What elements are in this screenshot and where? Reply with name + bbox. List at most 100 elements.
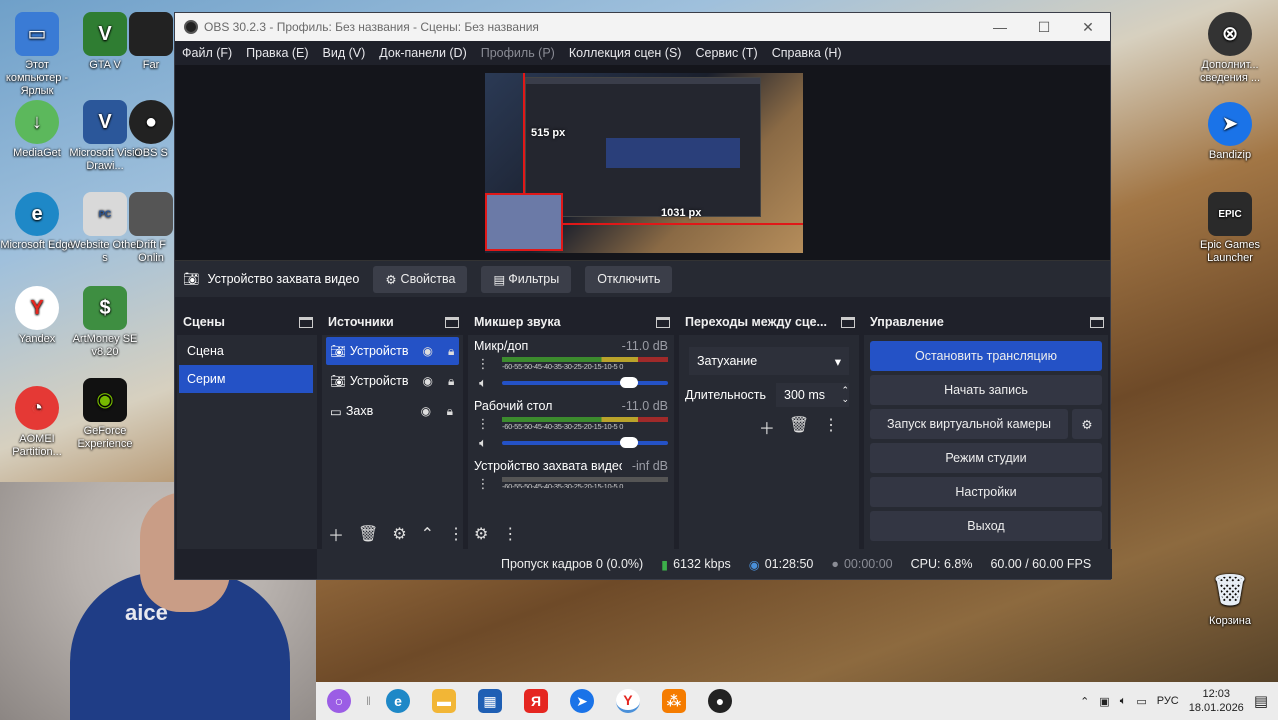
undock-icon[interactable] bbox=[299, 316, 313, 328]
scene-item[interactable]: Сцена bbox=[179, 337, 313, 365]
deactivate-button[interactable]: Отключить bbox=[585, 265, 673, 293]
menu-tools[interactable]: Сервис (T) bbox=[695, 46, 757, 60]
undock-icon[interactable] bbox=[656, 316, 670, 328]
channel-menu-icon[interactable]: ⋮ bbox=[474, 356, 492, 372]
desktop-icon-recycle-bin[interactable]: 🗑 Корзина bbox=[1190, 568, 1270, 628]
menu-edit[interactable]: Правка (E) bbox=[246, 46, 308, 60]
edge-icon[interactable]: e bbox=[385, 689, 410, 713]
cortana-icon[interactable]: ○ bbox=[327, 689, 351, 713]
properties-button[interactable]: ⚙ Свойства bbox=[373, 265, 468, 293]
start-recording-button[interactable]: Начать запись bbox=[870, 375, 1102, 405]
channel-menu-icon[interactable]: ⋮ bbox=[474, 416, 492, 432]
undock-icon[interactable] bbox=[1090, 316, 1104, 328]
transitions-dock-header: Переходы между сце... bbox=[679, 309, 859, 335]
program-preview[interactable]: 515 px 1031 px bbox=[485, 73, 803, 253]
add-source-icon[interactable]: ＋ bbox=[328, 522, 344, 546]
explorer-icon[interactable]: ▬ bbox=[431, 689, 456, 713]
store-icon[interactable]: ▦ bbox=[477, 689, 502, 713]
lock-icon[interactable]: 🔒︎ bbox=[442, 404, 458, 419]
visibility-eye-icon[interactable]: ◉ bbox=[420, 374, 436, 388]
desktop-icon-geforce[interactable]: ◉ GeForce Experience bbox=[68, 378, 142, 451]
more-options-icon[interactable]: ⋮ bbox=[502, 524, 518, 544]
menu-help[interactable]: Справка (H) bbox=[772, 46, 842, 60]
start-virtual-camera-button[interactable]: Запуск виртуальной камеры bbox=[870, 409, 1068, 439]
volume-slider-knob[interactable] bbox=[620, 437, 639, 448]
desktop-icon-aomei[interactable]: ◔ AOMEI Partition... bbox=[0, 386, 74, 459]
taskbar: ○ ‖ e ▬ ▦ Я ➤ Y ⁂ ● ⌃ ▣ 🔈︎ ▭ РУС 12:03 1… bbox=[316, 682, 1278, 720]
transition-select[interactable]: Затухание ▾ bbox=[689, 347, 849, 375]
desktop-icon-epic[interactable]: EPIC Epic Games Launcher bbox=[1190, 192, 1270, 265]
language-indicator[interactable]: РУС bbox=[1157, 695, 1179, 707]
desktop-icon-yandex[interactable]: Y Yandex bbox=[0, 286, 74, 346]
device-icon[interactable]: ▣ bbox=[1099, 695, 1109, 708]
speaker-icon[interactable]: 🔈︎ bbox=[474, 375, 492, 391]
move-up-icon[interactable]: ⌃ bbox=[421, 524, 434, 544]
chevron-up-icon[interactable]: ⌃ bbox=[1080, 695, 1089, 708]
undock-icon[interactable] bbox=[841, 316, 855, 328]
duration-input[interactable]: 300 ms ⌃ ⌄ bbox=[776, 383, 849, 407]
obs-icon[interactable]: ● bbox=[707, 689, 732, 713]
controls-title: Управление bbox=[870, 315, 944, 329]
advanced-audio-gear-icon[interactable]: ⚙ bbox=[474, 524, 488, 544]
clock[interactable]: 12:03 18.01.2026 bbox=[1189, 687, 1244, 715]
minimize-button[interactable]: — bbox=[978, 13, 1022, 41]
desktop-icon-drift[interactable]: Drift F Onlin bbox=[128, 192, 174, 265]
source-item[interactable]: ▭ Захв ◉ 🔒︎ bbox=[326, 397, 459, 425]
notifications-icon[interactable]: ▤ bbox=[1254, 692, 1268, 710]
desktop-icon-edge[interactable]: e Microsoft Edge bbox=[0, 192, 74, 252]
remove-source-icon[interactable]: 🗑︎ bbox=[358, 524, 378, 544]
geforce-icon: ◉ bbox=[83, 378, 127, 422]
yandex-icon[interactable]: Y bbox=[615, 689, 640, 713]
scene-item-selected[interactable]: Серим bbox=[179, 365, 313, 393]
desktop-icon-mediaget[interactable]: ↓ MediaGet bbox=[0, 100, 74, 160]
scenes-dock-header: Сцены bbox=[177, 309, 317, 335]
filters-button[interactable]: ▤ Фильтры bbox=[481, 265, 572, 293]
menu-profile[interactable]: Профиль (P) bbox=[481, 46, 555, 60]
desktop-icon-obs[interactable]: ● OBS S bbox=[128, 100, 174, 160]
more-options-icon[interactable]: ⋮ bbox=[823, 415, 839, 439]
maximize-button[interactable]: ☐ bbox=[1022, 13, 1066, 41]
visibility-eye-icon[interactable]: ◉ bbox=[418, 404, 434, 418]
stop-streaming-button[interactable]: Остановить трансляцию bbox=[870, 341, 1102, 371]
add-transition-icon[interactable]: ＋ bbox=[759, 415, 775, 439]
speaker-icon[interactable]: 🔈︎ bbox=[474, 435, 492, 451]
volume-icon[interactable]: 🔈︎ bbox=[1120, 695, 1127, 708]
visibility-eye-icon[interactable]: ◉ bbox=[420, 344, 436, 358]
desktop-icon-artmoney[interactable]: $ ArtMoney SE v8.20 bbox=[68, 286, 142, 359]
volume-slider-knob[interactable] bbox=[620, 377, 639, 388]
menu-view[interactable]: Вид (V) bbox=[323, 46, 366, 60]
preview-selected-source[interactable] bbox=[485, 193, 563, 251]
desktop-icon-far[interactable]: Far bbox=[128, 12, 174, 72]
desktop-icon-info[interactable]: ⊗ Дополнит... сведения ... bbox=[1190, 12, 1270, 85]
exit-button[interactable]: Выход bbox=[870, 511, 1102, 541]
yandex-browser-icon[interactable]: Я bbox=[523, 689, 548, 713]
lock-icon[interactable]: 🔒︎ bbox=[443, 374, 459, 389]
settings-button[interactable]: Настройки bbox=[870, 477, 1102, 507]
volume-slider[interactable] bbox=[502, 377, 668, 388]
more-options-icon[interactable]: ⋮ bbox=[448, 524, 464, 544]
undock-icon[interactable] bbox=[445, 316, 459, 328]
desktop-icon-computer[interactable]: ▭ Этот компьютер - Ярлык bbox=[0, 12, 74, 98]
studio-mode-button[interactable]: Режим студии bbox=[870, 443, 1102, 473]
virtual-camera-settings-button[interactable]: ⚙ bbox=[1072, 409, 1102, 439]
volume-slider[interactable] bbox=[502, 437, 668, 448]
source-item[interactable]: 📷︎ Устройств ◉ 🔒︎ bbox=[326, 367, 459, 395]
obs-titlebar[interactable]: OBS 30.2.3 - Профиль: Без названия - Сце… bbox=[175, 13, 1110, 41]
desktop-icon-bandizip[interactable]: ➤ Bandizip bbox=[1190, 102, 1270, 162]
apps-icon[interactable]: ⁂ bbox=[661, 689, 686, 713]
bandizip-icon[interactable]: ➤ bbox=[569, 689, 594, 713]
menu-scene-collection[interactable]: Коллекция сцен (S) bbox=[569, 46, 682, 60]
spin-arrows-icon[interactable]: ⌃ ⌄ bbox=[841, 386, 849, 404]
menu-file[interactable]: Файл (F) bbox=[182, 46, 232, 60]
source-settings-gear-icon[interactable]: ⚙ bbox=[392, 524, 406, 544]
network-icon[interactable]: ▭ bbox=[1136, 695, 1146, 708]
remove-transition-icon[interactable]: 🗑︎ bbox=[789, 415, 809, 439]
deactivate-label: Отключить bbox=[597, 272, 661, 286]
lock-icon[interactable]: 🔒︎ bbox=[443, 344, 459, 359]
source-item[interactable]: 📷︎ Устройств ◉ 🔒︎ bbox=[326, 337, 459, 365]
channel-menu-icon[interactable]: ⋮ bbox=[474, 476, 492, 492]
properties-label: Свойства bbox=[400, 272, 456, 286]
menu-docks[interactable]: Док-панели (D) bbox=[379, 46, 466, 60]
edge-icon: e bbox=[15, 192, 59, 236]
close-button[interactable]: ✕ bbox=[1066, 13, 1110, 41]
